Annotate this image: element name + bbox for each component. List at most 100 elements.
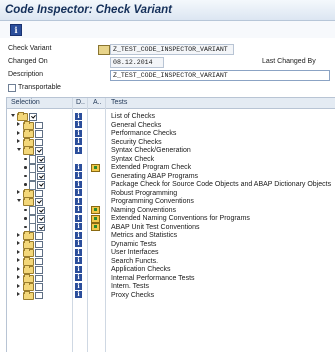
tree-row[interactable]: i Generating ABAP Programs: [7, 172, 335, 181]
description-input[interactable]: Z_TEST_CODE_INSPECTOR_VARIANT: [110, 70, 330, 81]
selection-checkbox[interactable]: [35, 198, 43, 206]
selection-checkbox[interactable]: [35, 189, 43, 197]
tree-row[interactable]: i Performance Checks: [7, 129, 335, 138]
documentation-info-icon[interactable]: i: [75, 206, 82, 213]
selection-checkbox[interactable]: [37, 223, 45, 231]
selection-checkbox[interactable]: [35, 232, 43, 240]
selection-checkbox[interactable]: [37, 215, 45, 223]
tree-bullet-icon: [24, 157, 27, 160]
expand-node-icon[interactable]: [17, 249, 20, 254]
documentation-info-icon[interactable]: i: [75, 231, 82, 239]
selection-checkbox[interactable]: [35, 121, 43, 129]
selection-checkbox[interactable]: [35, 274, 43, 282]
selection-checkbox[interactable]: [35, 249, 43, 257]
documentation-info-icon[interactable]: i: [75, 163, 82, 171]
check-variant-field: Z_TEST_CODE_INSPECTOR_VARIANT: [110, 44, 234, 55]
tree-bullet-icon: [24, 208, 27, 211]
selection-checkbox[interactable]: [37, 206, 45, 214]
tree-row[interactable]: i Metrics and Statistics: [7, 231, 335, 240]
documentation-info-icon[interactable]: i: [75, 214, 82, 222]
collapse-node-icon[interactable]: [17, 198, 21, 202]
documentation-info-icon[interactable]: i: [75, 146, 82, 154]
selection-checkbox[interactable]: [35, 283, 43, 291]
expand-node-icon[interactable]: [17, 266, 20, 271]
attributes-edit-icon[interactable]: [91, 206, 100, 214]
transportable-checkbox[interactable]: [8, 84, 16, 92]
documentation-info-icon[interactable]: i: [75, 197, 82, 205]
expand-node-icon[interactable]: [17, 232, 20, 237]
attributes-edit-icon[interactable]: [91, 214, 100, 223]
selection-checkbox[interactable]: [35, 291, 43, 299]
application-toolbar: i: [0, 21, 335, 38]
selection-checkbox[interactable]: [35, 240, 43, 248]
attributes-edit-icon[interactable]: [91, 163, 100, 172]
expand-node-icon[interactable]: [17, 130, 20, 135]
documentation-info-icon[interactable]: i: [75, 121, 82, 128]
grid-header: Selection D.. A.. Tests: [7, 98, 335, 109]
tree-row[interactable]: i Programming Conventions: [7, 197, 335, 206]
documentation-info-icon[interactable]: i: [75, 257, 82, 264]
tree-row[interactable]: i Extended Naming Conventions for Program…: [7, 214, 335, 224]
col-tests[interactable]: Tests: [111, 99, 127, 106]
documentation-info-icon[interactable]: i: [75, 265, 82, 273]
documentation-info-icon[interactable]: i: [75, 129, 82, 137]
checks-tree-grid: Selection D.. A.. Tests i List of Checks i…: [6, 97, 335, 352]
documentation-info-icon[interactable]: i: [75, 282, 82, 290]
tree-bullet-icon: [24, 225, 27, 228]
selection-checkbox[interactable]: [35, 266, 43, 274]
documentation-info-icon[interactable]: i: [75, 240, 82, 247]
documentation-info-icon[interactable]: i: [75, 291, 82, 298]
selection-checkbox[interactable]: [37, 181, 45, 189]
col-attr[interactable]: A..: [93, 99, 102, 106]
documentation-info-icon[interactable]: i: [75, 172, 82, 179]
tree-row[interactable]: i Application Checks: [7, 265, 335, 274]
col-doc[interactable]: D..: [76, 99, 85, 106]
tree-row[interactable]: i List of Checks: [7, 112, 335, 121]
tree-row[interactable]: i Naming Conventions: [7, 206, 335, 215]
info-icon[interactable]: i: [10, 24, 22, 36]
selection-checkbox[interactable]: [35, 138, 43, 146]
selection-checkbox[interactable]: [35, 257, 43, 265]
expand-node-icon[interactable]: [17, 190, 20, 194]
selection-checkbox[interactable]: [37, 164, 45, 172]
tree-row[interactable]: i ABAP Unit Test Conventions: [7, 223, 335, 232]
expand-node-icon[interactable]: [17, 139, 20, 143]
expand-node-icon[interactable]: [17, 283, 20, 288]
tree-row[interactable]: i Search Functs.: [7, 256, 335, 266]
documentation-info-icon[interactable]: i: [75, 274, 82, 281]
selection-checkbox[interactable]: [35, 130, 43, 138]
selection-checkbox[interactable]: [29, 113, 37, 121]
documentation-info-icon[interactable]: i: [75, 189, 82, 196]
collapse-node-icon[interactable]: [17, 147, 21, 151]
expand-node-icon[interactable]: [17, 122, 20, 126]
folder-icon: [23, 290, 34, 300]
window-title: Code Inspector: Check Variant: [5, 4, 173, 16]
expand-node-icon[interactable]: [17, 258, 20, 262]
selection-checkbox[interactable]: [37, 155, 45, 163]
documentation-info-icon[interactable]: i: [75, 138, 82, 145]
expand-node-icon[interactable]: [17, 241, 20, 245]
tree-row[interactable]: i Internal Performance Tests: [7, 273, 335, 283]
tree-row[interactable]: i Syntax Check/Generation: [7, 146, 335, 155]
tree-row[interactable]: i Extended Program Check: [7, 163, 335, 173]
tree-row[interactable]: i Proxy Checks: [7, 290, 335, 300]
tree-row[interactable]: i Robust Programming: [7, 188, 335, 198]
selection-checkbox[interactable]: [35, 147, 43, 155]
tree-row[interactable]: i Package Check for Source Code Objects a…: [7, 180, 335, 190]
attributes-edit-icon[interactable]: [91, 223, 100, 231]
tree-row[interactable]: i Dynamic Tests: [7, 239, 335, 249]
tree-row[interactable]: i Intern. Tests: [7, 282, 335, 291]
documentation-info-icon[interactable]: i: [75, 112, 82, 120]
documentation-info-icon[interactable]: i: [75, 248, 82, 256]
expand-node-icon[interactable]: [17, 292, 20, 296]
tree-row[interactable]: i Security Checks: [7, 137, 335, 147]
tree-row[interactable]: i General Checks: [7, 120, 335, 130]
selection-checkbox[interactable]: [37, 172, 45, 180]
collapse-node-icon[interactable]: [11, 113, 15, 117]
tree-row[interactable]: Syntax Check: [7, 155, 335, 164]
documentation-info-icon[interactable]: i: [75, 223, 82, 230]
expand-node-icon[interactable]: [17, 275, 20, 279]
col-selection[interactable]: Selection: [11, 99, 40, 106]
documentation-info-icon[interactable]: i: [75, 180, 82, 188]
tree-row[interactable]: i User Interfaces: [7, 248, 335, 257]
